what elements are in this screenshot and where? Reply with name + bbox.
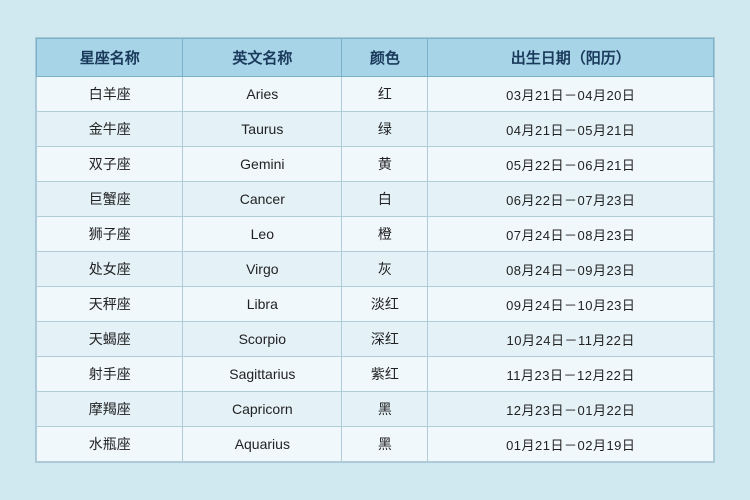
cell-date: 12月23日－01月22日 xyxy=(428,392,714,427)
cell-chinese: 处女座 xyxy=(37,252,183,287)
cell-chinese: 水瓶座 xyxy=(37,427,183,462)
col-header-color: 颜色 xyxy=(342,39,428,77)
table-row: 处女座Virgo灰08月24日－09月23日 xyxy=(37,252,714,287)
cell-english: Aquarius xyxy=(183,427,342,462)
cell-chinese: 白羊座 xyxy=(37,77,183,112)
table-row: 巨蟹座Cancer白06月22日－07月23日 xyxy=(37,182,714,217)
cell-date: 03月21日－04月20日 xyxy=(428,77,714,112)
table-row: 金牛座Taurus绿04月21日－05月21日 xyxy=(37,112,714,147)
cell-english: Scorpio xyxy=(183,322,342,357)
cell-date: 11月23日－12月22日 xyxy=(428,357,714,392)
col-header-date: 出生日期（阳历） xyxy=(428,39,714,77)
zodiac-table-container: 星座名称 英文名称 颜色 出生日期（阳历） 白羊座Aries红03月21日－04… xyxy=(35,37,715,463)
table-row: 天秤座Libra淡红09月24日－10月23日 xyxy=(37,287,714,322)
table-row: 水瓶座Aquarius黑01月21日－02月19日 xyxy=(37,427,714,462)
cell-color: 黑 xyxy=(342,392,428,427)
col-header-english: 英文名称 xyxy=(183,39,342,77)
cell-english: Libra xyxy=(183,287,342,322)
cell-chinese: 天蝎座 xyxy=(37,322,183,357)
cell-color: 紫红 xyxy=(342,357,428,392)
table-row: 狮子座Leo橙07月24日－08月23日 xyxy=(37,217,714,252)
cell-color: 橙 xyxy=(342,217,428,252)
cell-date: 06月22日－07月23日 xyxy=(428,182,714,217)
zodiac-table: 星座名称 英文名称 颜色 出生日期（阳历） 白羊座Aries红03月21日－04… xyxy=(36,38,714,462)
cell-chinese: 射手座 xyxy=(37,357,183,392)
cell-date: 04月21日－05月21日 xyxy=(428,112,714,147)
cell-chinese: 金牛座 xyxy=(37,112,183,147)
table-row: 双子座Gemini黄05月22日－06月21日 xyxy=(37,147,714,182)
table-row: 白羊座Aries红03月21日－04月20日 xyxy=(37,77,714,112)
cell-date: 09月24日－10月23日 xyxy=(428,287,714,322)
cell-date: 07月24日－08月23日 xyxy=(428,217,714,252)
cell-english: Gemini xyxy=(183,147,342,182)
table-row: 天蝎座Scorpio深红10月24日－11月22日 xyxy=(37,322,714,357)
cell-color: 黑 xyxy=(342,427,428,462)
cell-english: Leo xyxy=(183,217,342,252)
cell-date: 08月24日－09月23日 xyxy=(428,252,714,287)
cell-color: 绿 xyxy=(342,112,428,147)
cell-color: 深红 xyxy=(342,322,428,357)
cell-color: 灰 xyxy=(342,252,428,287)
cell-date: 01月21日－02月19日 xyxy=(428,427,714,462)
zodiac-table-body: 白羊座Aries红03月21日－04月20日金牛座Taurus绿04月21日－0… xyxy=(37,77,714,462)
cell-english: Sagittarius xyxy=(183,357,342,392)
cell-color: 红 xyxy=(342,77,428,112)
col-header-chinese: 星座名称 xyxy=(37,39,183,77)
cell-date: 05月22日－06月21日 xyxy=(428,147,714,182)
cell-chinese: 摩羯座 xyxy=(37,392,183,427)
cell-chinese: 天秤座 xyxy=(37,287,183,322)
table-row: 射手座Sagittarius紫红11月23日－12月22日 xyxy=(37,357,714,392)
cell-english: Cancer xyxy=(183,182,342,217)
cell-chinese: 双子座 xyxy=(37,147,183,182)
cell-chinese: 狮子座 xyxy=(37,217,183,252)
cell-english: Taurus xyxy=(183,112,342,147)
table-header-row: 星座名称 英文名称 颜色 出生日期（阳历） xyxy=(37,39,714,77)
cell-english: Virgo xyxy=(183,252,342,287)
cell-color: 黄 xyxy=(342,147,428,182)
cell-english: Capricorn xyxy=(183,392,342,427)
table-row: 摩羯座Capricorn黑12月23日－01月22日 xyxy=(37,392,714,427)
cell-english: Aries xyxy=(183,77,342,112)
cell-color: 白 xyxy=(342,182,428,217)
cell-date: 10月24日－11月22日 xyxy=(428,322,714,357)
cell-chinese: 巨蟹座 xyxy=(37,182,183,217)
cell-color: 淡红 xyxy=(342,287,428,322)
